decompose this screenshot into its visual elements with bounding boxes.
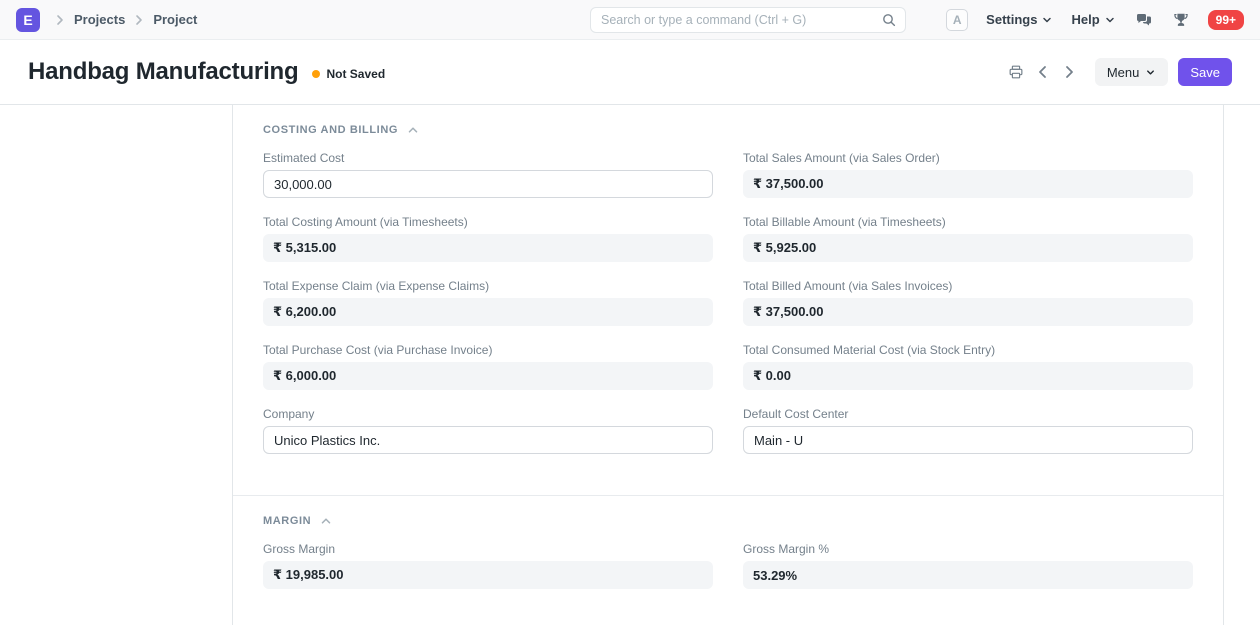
field-label: Total Purchase Cost (via Purchase Invoic… bbox=[263, 343, 713, 357]
field-total-purchase-cost: Total Purchase Cost (via Purchase Invoic… bbox=[263, 343, 713, 390]
field-total-costing-amount: Total Costing Amount (via Timesheets) ₹ … bbox=[263, 215, 713, 262]
field-total-sales-amount: Total Sales Amount (via Sales Order) ₹ 3… bbox=[743, 151, 1193, 198]
section-costing-title: COSTING AND BILLING bbox=[263, 124, 398, 136]
section-margin-title: MARGIN bbox=[263, 515, 311, 527]
chat-icon[interactable] bbox=[1134, 10, 1154, 30]
total-sales-amount-value: ₹ 37,500.00 bbox=[743, 170, 1193, 198]
project-form: COSTING AND BILLING Estimated Cost Total… bbox=[232, 105, 1224, 625]
field-label: Default Cost Center bbox=[743, 407, 1193, 421]
menu-button-label: Menu bbox=[1107, 65, 1140, 80]
breadcrumb-projects[interactable]: Projects bbox=[72, 12, 127, 27]
field-label: Gross Margin % bbox=[743, 542, 1193, 556]
field-label: Total Sales Amount (via Sales Order) bbox=[743, 151, 1193, 165]
field-label: Total Consumed Material Cost (via Stock … bbox=[743, 343, 1193, 357]
user-avatar[interactable]: A bbox=[946, 9, 968, 31]
chevron-down-icon bbox=[1041, 14, 1053, 26]
field-estimated-cost: Estimated Cost bbox=[263, 151, 713, 198]
field-gross-margin-percent: Gross Margin % 53.29% bbox=[743, 542, 1193, 589]
default-cost-center-input[interactable] bbox=[743, 426, 1193, 454]
navbar: E Projects Project A Settings Help bbox=[0, 0, 1260, 40]
gross-margin-value: ₹ 19,985.00 bbox=[263, 561, 713, 589]
chevron-down-icon bbox=[1104, 14, 1116, 26]
field-label: Total Billed Amount (via Sales Invoices) bbox=[743, 279, 1193, 293]
total-billed-amount-value: ₹ 37,500.00 bbox=[743, 298, 1193, 326]
search-icon bbox=[881, 12, 897, 28]
section-margin-header[interactable]: MARGIN bbox=[263, 514, 1193, 528]
total-costing-amount-value: ₹ 5,315.00 bbox=[263, 234, 713, 262]
field-label: Company bbox=[263, 407, 713, 421]
chevron-right-icon bbox=[52, 12, 68, 28]
help-dropdown[interactable]: Help bbox=[1071, 12, 1115, 27]
section-costing-header[interactable]: COSTING AND BILLING bbox=[263, 123, 1193, 137]
save-button[interactable]: Save bbox=[1178, 58, 1232, 86]
field-label: Estimated Cost bbox=[263, 151, 713, 165]
estimated-cost-input[interactable] bbox=[263, 170, 713, 198]
field-label: Total Expense Claim (via Expense Claims) bbox=[263, 279, 713, 293]
field-total-billable-amount: Total Billable Amount (via Timesheets) ₹… bbox=[743, 215, 1193, 262]
app-logo[interactable]: E bbox=[16, 8, 40, 32]
field-label: Total Costing Amount (via Timesheets) bbox=[263, 215, 713, 229]
field-label: Gross Margin bbox=[263, 542, 713, 556]
total-consumed-material-cost-value: ₹ 0.00 bbox=[743, 362, 1193, 390]
not-saved-dot bbox=[312, 70, 320, 78]
global-search[interactable] bbox=[590, 7, 906, 33]
next-record-icon[interactable] bbox=[1061, 64, 1077, 80]
status-label: Not Saved bbox=[326, 67, 385, 81]
field-total-consumed-material-cost: Total Consumed Material Cost (via Stock … bbox=[743, 343, 1193, 390]
search-input[interactable] bbox=[601, 13, 881, 27]
page-title: Handbag Manufacturing bbox=[28, 58, 298, 86]
total-purchase-cost-value: ₹ 6,000.00 bbox=[263, 362, 713, 390]
field-total-expense-claim: Total Expense Claim (via Expense Claims)… bbox=[263, 279, 713, 326]
field-gross-margin: Gross Margin ₹ 19,985.00 bbox=[263, 542, 713, 589]
chevron-up-icon bbox=[406, 123, 420, 137]
page-header: Handbag Manufacturing Not Saved Menu bbox=[0, 40, 1260, 105]
field-default-cost-center: Default Cost Center bbox=[743, 407, 1193, 454]
total-expense-claim-value: ₹ 6,200.00 bbox=[263, 298, 713, 326]
prev-record-icon[interactable] bbox=[1035, 64, 1051, 80]
breadcrumb-project[interactable]: Project bbox=[151, 12, 199, 27]
field-total-billed-amount: Total Billed Amount (via Sales Invoices)… bbox=[743, 279, 1193, 326]
chevron-up-icon bbox=[319, 514, 333, 528]
settings-label: Settings bbox=[986, 12, 1037, 27]
field-label: Total Billable Amount (via Timesheets) bbox=[743, 215, 1193, 229]
gross-margin-percent-value: 53.29% bbox=[743, 561, 1193, 589]
trophy-icon[interactable] bbox=[1172, 11, 1190, 29]
chevron-down-icon bbox=[1145, 67, 1156, 78]
company-input[interactable] bbox=[263, 426, 713, 454]
chevron-right-icon bbox=[131, 12, 147, 28]
field-company: Company bbox=[263, 407, 713, 454]
status-badge: Not Saved bbox=[312, 67, 385, 81]
print-icon[interactable] bbox=[1007, 63, 1025, 81]
form-page: COSTING AND BILLING Estimated Cost Total… bbox=[0, 105, 1260, 625]
section-costing-and-billing: COSTING AND BILLING Estimated Cost Total… bbox=[233, 105, 1223, 481]
section-margin: MARGIN Gross Margin ₹ 19,985.00 Gross Ma… bbox=[233, 496, 1223, 616]
notifications-badge[interactable]: 99+ bbox=[1208, 10, 1244, 30]
total-billable-amount-value: ₹ 5,925.00 bbox=[743, 234, 1193, 262]
settings-dropdown[interactable]: Settings bbox=[986, 12, 1053, 27]
help-label: Help bbox=[1071, 12, 1099, 27]
breadcrumb: E Projects Project bbox=[16, 8, 199, 32]
menu-button[interactable]: Menu bbox=[1095, 58, 1169, 86]
